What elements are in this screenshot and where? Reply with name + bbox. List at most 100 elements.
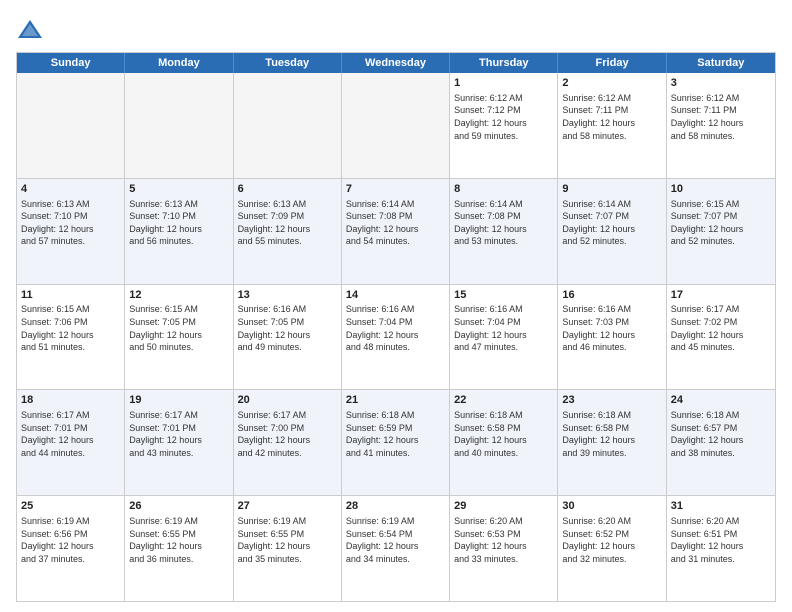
day-number: 18 <box>21 393 120 408</box>
calendar-cell: 28Sunrise: 6:19 AM Sunset: 6:54 PM Dayli… <box>342 496 450 601</box>
cell-info: Sunrise: 6:19 AM Sunset: 6:55 PM Dayligh… <box>238 515 337 565</box>
cell-info: Sunrise: 6:12 AM Sunset: 7:12 PM Dayligh… <box>454 92 553 142</box>
calendar-row: 1Sunrise: 6:12 AM Sunset: 7:12 PM Daylig… <box>17 73 775 178</box>
cell-info: Sunrise: 6:15 AM Sunset: 7:07 PM Dayligh… <box>671 198 771 248</box>
calendar-cell: 17Sunrise: 6:17 AM Sunset: 7:02 PM Dayli… <box>667 285 775 390</box>
calendar-cell: 6Sunrise: 6:13 AM Sunset: 7:09 PM Daylig… <box>234 179 342 284</box>
cell-info: Sunrise: 6:13 AM Sunset: 7:09 PM Dayligh… <box>238 198 337 248</box>
weekday-header: Saturday <box>667 53 775 73</box>
calendar-cell: 4Sunrise: 6:13 AM Sunset: 7:10 PM Daylig… <box>17 179 125 284</box>
weekday-header: Tuesday <box>234 53 342 73</box>
day-number: 27 <box>238 499 337 514</box>
cell-info: Sunrise: 6:19 AM Sunset: 6:55 PM Dayligh… <box>129 515 228 565</box>
day-number: 10 <box>671 182 771 197</box>
calendar-cell: 23Sunrise: 6:18 AM Sunset: 6:58 PM Dayli… <box>558 390 666 495</box>
weekday-header: Wednesday <box>342 53 450 73</box>
calendar-cell: 2Sunrise: 6:12 AM Sunset: 7:11 PM Daylig… <box>558 73 666 178</box>
calendar-cell: 26Sunrise: 6:19 AM Sunset: 6:55 PM Dayli… <box>125 496 233 601</box>
calendar-cell: 25Sunrise: 6:19 AM Sunset: 6:56 PM Dayli… <box>17 496 125 601</box>
day-number: 30 <box>562 499 661 514</box>
cell-info: Sunrise: 6:17 AM Sunset: 7:02 PM Dayligh… <box>671 303 771 353</box>
cell-info: Sunrise: 6:13 AM Sunset: 7:10 PM Dayligh… <box>21 198 120 248</box>
header <box>16 16 776 44</box>
day-number: 25 <box>21 499 120 514</box>
calendar-body: 1Sunrise: 6:12 AM Sunset: 7:12 PM Daylig… <box>17 73 775 601</box>
cell-info: Sunrise: 6:15 AM Sunset: 7:06 PM Dayligh… <box>21 303 120 353</box>
day-number: 9 <box>562 182 661 197</box>
day-number: 31 <box>671 499 771 514</box>
weekday-header: Sunday <box>17 53 125 73</box>
calendar-row: 18Sunrise: 6:17 AM Sunset: 7:01 PM Dayli… <box>17 389 775 495</box>
cell-info: Sunrise: 6:16 AM Sunset: 7:05 PM Dayligh… <box>238 303 337 353</box>
calendar-cell: 9Sunrise: 6:14 AM Sunset: 7:07 PM Daylig… <box>558 179 666 284</box>
cell-info: Sunrise: 6:18 AM Sunset: 6:58 PM Dayligh… <box>562 409 661 459</box>
calendar-cell: 30Sunrise: 6:20 AM Sunset: 6:52 PM Dayli… <box>558 496 666 601</box>
calendar-row: 25Sunrise: 6:19 AM Sunset: 6:56 PM Dayli… <box>17 495 775 601</box>
day-number: 17 <box>671 288 771 303</box>
calendar-cell: 15Sunrise: 6:16 AM Sunset: 7:04 PM Dayli… <box>450 285 558 390</box>
calendar-cell <box>234 73 342 178</box>
cell-info: Sunrise: 6:19 AM Sunset: 6:56 PM Dayligh… <box>21 515 120 565</box>
day-number: 11 <box>21 288 120 303</box>
calendar-cell <box>342 73 450 178</box>
cell-info: Sunrise: 6:15 AM Sunset: 7:05 PM Dayligh… <box>129 303 228 353</box>
calendar-row: 11Sunrise: 6:15 AM Sunset: 7:06 PM Dayli… <box>17 284 775 390</box>
calendar-cell: 3Sunrise: 6:12 AM Sunset: 7:11 PM Daylig… <box>667 73 775 178</box>
cell-info: Sunrise: 6:20 AM Sunset: 6:52 PM Dayligh… <box>562 515 661 565</box>
calendar-cell: 27Sunrise: 6:19 AM Sunset: 6:55 PM Dayli… <box>234 496 342 601</box>
day-number: 5 <box>129 182 228 197</box>
day-number: 19 <box>129 393 228 408</box>
cell-info: Sunrise: 6:20 AM Sunset: 6:53 PM Dayligh… <box>454 515 553 565</box>
cell-info: Sunrise: 6:16 AM Sunset: 7:04 PM Dayligh… <box>346 303 445 353</box>
day-number: 29 <box>454 499 553 514</box>
day-number: 24 <box>671 393 771 408</box>
day-number: 21 <box>346 393 445 408</box>
day-number: 14 <box>346 288 445 303</box>
calendar-row: 4Sunrise: 6:13 AM Sunset: 7:10 PM Daylig… <box>17 178 775 284</box>
cell-info: Sunrise: 6:12 AM Sunset: 7:11 PM Dayligh… <box>562 92 661 142</box>
calendar-cell: 22Sunrise: 6:18 AM Sunset: 6:58 PM Dayli… <box>450 390 558 495</box>
calendar-cell: 19Sunrise: 6:17 AM Sunset: 7:01 PM Dayli… <box>125 390 233 495</box>
day-number: 2 <box>562 76 661 91</box>
calendar-cell: 7Sunrise: 6:14 AM Sunset: 7:08 PM Daylig… <box>342 179 450 284</box>
calendar-cell: 20Sunrise: 6:17 AM Sunset: 7:00 PM Dayli… <box>234 390 342 495</box>
day-number: 13 <box>238 288 337 303</box>
calendar-cell <box>17 73 125 178</box>
logo <box>16 16 48 44</box>
calendar-cell <box>125 73 233 178</box>
calendar-header: SundayMondayTuesdayWednesdayThursdayFrid… <box>17 53 775 73</box>
calendar-cell: 31Sunrise: 6:20 AM Sunset: 6:51 PM Dayli… <box>667 496 775 601</box>
day-number: 20 <box>238 393 337 408</box>
logo-icon <box>16 16 44 44</box>
cell-info: Sunrise: 6:14 AM Sunset: 7:07 PM Dayligh… <box>562 198 661 248</box>
day-number: 28 <box>346 499 445 514</box>
cell-info: Sunrise: 6:17 AM Sunset: 7:01 PM Dayligh… <box>129 409 228 459</box>
day-number: 22 <box>454 393 553 408</box>
cell-info: Sunrise: 6:14 AM Sunset: 7:08 PM Dayligh… <box>346 198 445 248</box>
day-number: 8 <box>454 182 553 197</box>
calendar-cell: 10Sunrise: 6:15 AM Sunset: 7:07 PM Dayli… <box>667 179 775 284</box>
cell-info: Sunrise: 6:16 AM Sunset: 7:03 PM Dayligh… <box>562 303 661 353</box>
day-number: 7 <box>346 182 445 197</box>
day-number: 6 <box>238 182 337 197</box>
day-number: 26 <box>129 499 228 514</box>
calendar-cell: 24Sunrise: 6:18 AM Sunset: 6:57 PM Dayli… <box>667 390 775 495</box>
day-number: 4 <box>21 182 120 197</box>
cell-info: Sunrise: 6:18 AM Sunset: 6:57 PM Dayligh… <box>671 409 771 459</box>
cell-info: Sunrise: 6:16 AM Sunset: 7:04 PM Dayligh… <box>454 303 553 353</box>
day-number: 15 <box>454 288 553 303</box>
weekday-header: Friday <box>558 53 666 73</box>
cell-info: Sunrise: 6:14 AM Sunset: 7:08 PM Dayligh… <box>454 198 553 248</box>
weekday-header: Monday <box>125 53 233 73</box>
cell-info: Sunrise: 6:12 AM Sunset: 7:11 PM Dayligh… <box>671 92 771 142</box>
day-number: 12 <box>129 288 228 303</box>
cell-info: Sunrise: 6:13 AM Sunset: 7:10 PM Dayligh… <box>129 198 228 248</box>
calendar-cell: 11Sunrise: 6:15 AM Sunset: 7:06 PM Dayli… <box>17 285 125 390</box>
calendar-cell: 1Sunrise: 6:12 AM Sunset: 7:12 PM Daylig… <box>450 73 558 178</box>
cell-info: Sunrise: 6:20 AM Sunset: 6:51 PM Dayligh… <box>671 515 771 565</box>
cell-info: Sunrise: 6:17 AM Sunset: 7:01 PM Dayligh… <box>21 409 120 459</box>
weekday-header: Thursday <box>450 53 558 73</box>
calendar: SundayMondayTuesdayWednesdayThursdayFrid… <box>16 52 776 602</box>
calendar-cell: 21Sunrise: 6:18 AM Sunset: 6:59 PM Dayli… <box>342 390 450 495</box>
day-number: 1 <box>454 76 553 91</box>
